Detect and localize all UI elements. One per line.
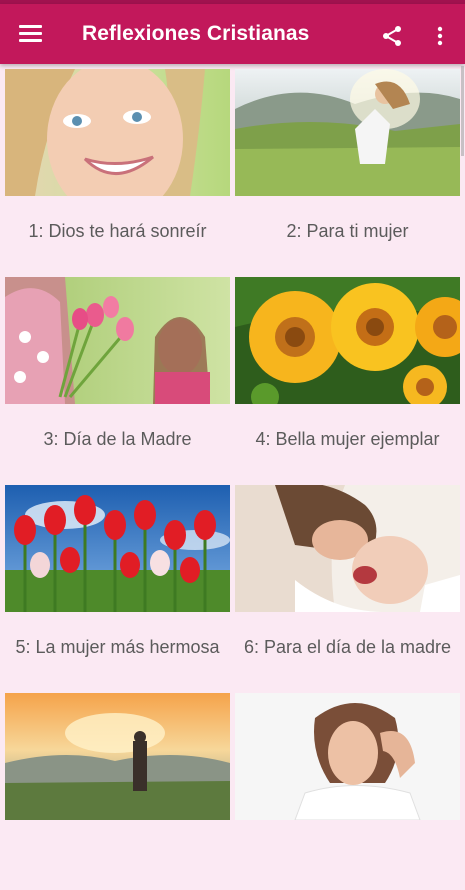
smiling-woman-photo: [5, 69, 230, 196]
reflection-card[interactable]: 5: La mujer más hermosa: [5, 485, 230, 682]
sunset-mountain-photo: [5, 693, 230, 820]
reflection-title: 1: Dios te hará sonreír: [28, 221, 207, 241]
reflection-title: 5: La mujer más hermosa: [15, 637, 220, 657]
app-title: Reflexiones Cristianas: [82, 22, 310, 45]
mother-baby-photo: [235, 485, 460, 612]
reflection-title: 2: Para ti mujer: [286, 221, 409, 241]
yellow-flowers-photo: [235, 277, 460, 404]
reflection-card[interactable]: 1: Dios te hará sonreír: [5, 69, 230, 266]
reflection-card[interactable]: 4: Bella mujer ejemplar: [235, 277, 460, 474]
reflection-title: 4: Bella mujer ejemplar: [255, 429, 440, 449]
reflection-card[interactable]: 3: Día de la Madre: [5, 277, 230, 474]
more-vert-icon[interactable]: [428, 24, 452, 48]
hamburger-menu-icon[interactable]: [19, 24, 43, 44]
reflection-card[interactable]: [235, 693, 460, 890]
reflection-card[interactable]: 2: Para ti mujer: [235, 69, 460, 266]
reflection-title: [241, 820, 454, 890]
mother-daughter-tulips-photo: [5, 277, 230, 404]
reflection-card[interactable]: [5, 693, 230, 890]
thoughtful-woman-photo: [235, 693, 460, 820]
scrollbar[interactable]: [461, 66, 464, 156]
reflection-title: 3: Día de la Madre: [43, 429, 192, 449]
reflection-title: [11, 820, 224, 890]
share-icon[interactable]: [380, 24, 404, 48]
reflection-card[interactable]: 6: Para el día de la madre: [235, 485, 460, 682]
red-tulips-photo: [5, 485, 230, 612]
app-bar: Reflexiones Cristianas: [0, 4, 465, 64]
reflection-title: 6: Para el día de la madre: [243, 637, 452, 657]
woman-in-field-photo: [235, 69, 460, 196]
